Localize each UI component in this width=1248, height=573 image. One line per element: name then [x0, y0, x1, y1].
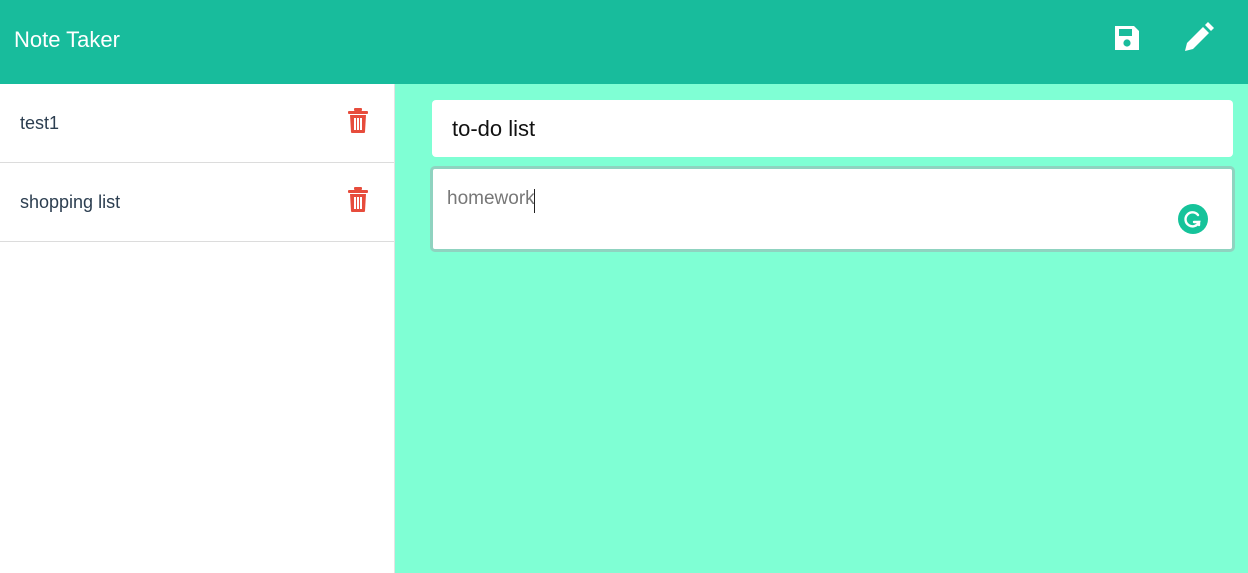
delete-note-button[interactable]: [347, 108, 369, 134]
navbar: Note Taker: [0, 0, 1248, 84]
new-note-button[interactable]: [1180, 20, 1216, 56]
save-note-button[interactable]: [1109, 20, 1145, 56]
notes-sidebar: test1 shopping list: [0, 84, 395, 573]
note-list-item[interactable]: test1: [0, 84, 394, 163]
delete-note-button[interactable]: [347, 187, 369, 213]
note-editor: homework: [395, 84, 1248, 573]
grammarly-button[interactable]: [1178, 204, 1208, 234]
note-title: shopping list: [20, 191, 121, 212]
note-text-area[interactable]: homework: [430, 166, 1235, 252]
trash-icon: [348, 108, 368, 133]
grammarly-icon: [1184, 211, 1201, 228]
floppy-disk-icon: [1115, 26, 1139, 50]
app-brand[interactable]: Note Taker: [14, 26, 120, 54]
text-cursor: [534, 189, 535, 213]
note-title: test1: [20, 112, 60, 133]
pencil-icon: [1185, 22, 1214, 51]
trash-icon: [348, 187, 368, 212]
note-title-input[interactable]: [432, 100, 1233, 157]
note-list-item[interactable]: shopping list: [0, 163, 394, 242]
